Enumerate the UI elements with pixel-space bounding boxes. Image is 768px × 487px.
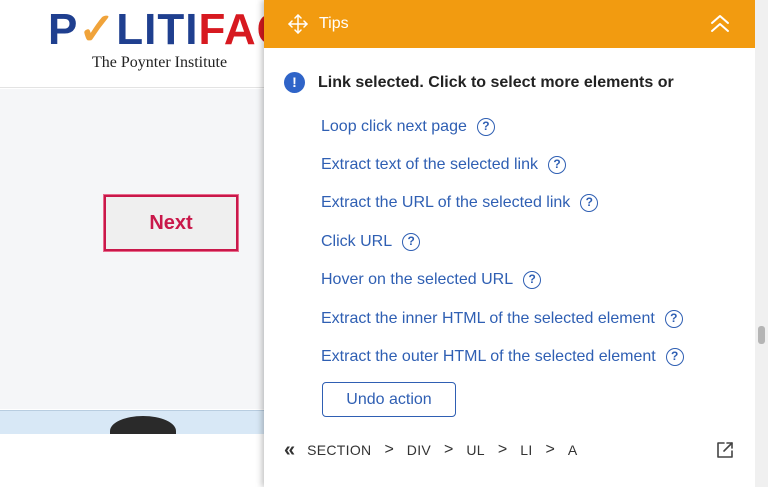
tips-title: Tips [319, 15, 349, 32]
collapse-icon[interactable] [709, 12, 731, 36]
option-label[interactable]: Extract the inner HTML of the selected e… [321, 308, 655, 330]
breadcrumb: « SECTION > DIV > UL > LI > A [284, 440, 578, 460]
option-label[interactable]: Extract the outer HTML of the selected e… [321, 346, 656, 368]
selection-message: Link selected. Click to select more elem… [318, 74, 674, 91]
option-label[interactable]: Click URL [321, 231, 392, 253]
option-extract-link-text[interactable]: Extract text of the selected link ? [321, 154, 566, 176]
option-label[interactable]: Hover on the selected URL [321, 269, 513, 291]
help-icon[interactable]: ? [523, 271, 542, 289]
site-logo[interactable]: P✓LITIFAC [48, 4, 289, 55]
breadcrumb-back-icon[interactable]: « [284, 440, 295, 460]
breadcrumb-item-a[interactable]: A [568, 442, 578, 458]
option-extract-inner-html[interactable]: Extract the inner HTML of the selected e… [321, 308, 683, 330]
tips-panel: Tips ! Link selected. Click to select mo… [264, 0, 755, 487]
help-icon[interactable]: ? [580, 194, 599, 212]
breadcrumb-item-div[interactable]: DIV [407, 442, 431, 458]
option-label[interactable]: Extract the URL of the selected link [321, 192, 570, 214]
breadcrumb-item-li[interactable]: LI [520, 442, 532, 458]
breadcrumb-separator: > [545, 441, 555, 458]
help-icon[interactable]: ? [476, 118, 495, 136]
open-external-icon[interactable] [715, 440, 735, 460]
breadcrumb-separator: > [444, 441, 454, 458]
option-hover-url[interactable]: Hover on the selected URL ? [321, 269, 542, 291]
option-click-url[interactable]: Click URL ? [321, 231, 421, 253]
option-label[interactable]: Loop click next page [321, 116, 467, 138]
move-icon[interactable] [288, 14, 308, 34]
next-page-link[interactable]: Next [103, 194, 239, 252]
help-icon[interactable]: ? [665, 348, 684, 366]
help-icon[interactable]: ? [664, 310, 683, 328]
info-icon: ! [284, 72, 305, 93]
page-scrollbar[interactable] [755, 0, 768, 487]
help-icon[interactable]: ? [548, 156, 566, 174]
tips-header[interactable]: Tips [264, 0, 755, 48]
option-extract-link-url[interactable]: Extract the URL of the selected link ? [321, 192, 599, 214]
option-label[interactable]: Extract text of the selected link [321, 154, 538, 176]
breadcrumb-separator: > [384, 441, 394, 458]
site-tagline: The Poynter Institute [92, 54, 228, 71]
scrollbar-thumb[interactable] [758, 326, 765, 344]
breadcrumb-separator: > [497, 441, 508, 458]
option-extract-outer-html[interactable]: Extract the outer HTML of the selected e… [321, 346, 684, 368]
breadcrumb-item-section[interactable]: SECTION [307, 442, 371, 458]
breadcrumb-item-ul[interactable]: UL [466, 442, 485, 458]
undo-action-button[interactable]: Undo action [322, 382, 456, 417]
option-loop-click-next-page[interactable]: Loop click next page ? [321, 116, 495, 138]
help-icon[interactable]: ? [402, 233, 421, 251]
